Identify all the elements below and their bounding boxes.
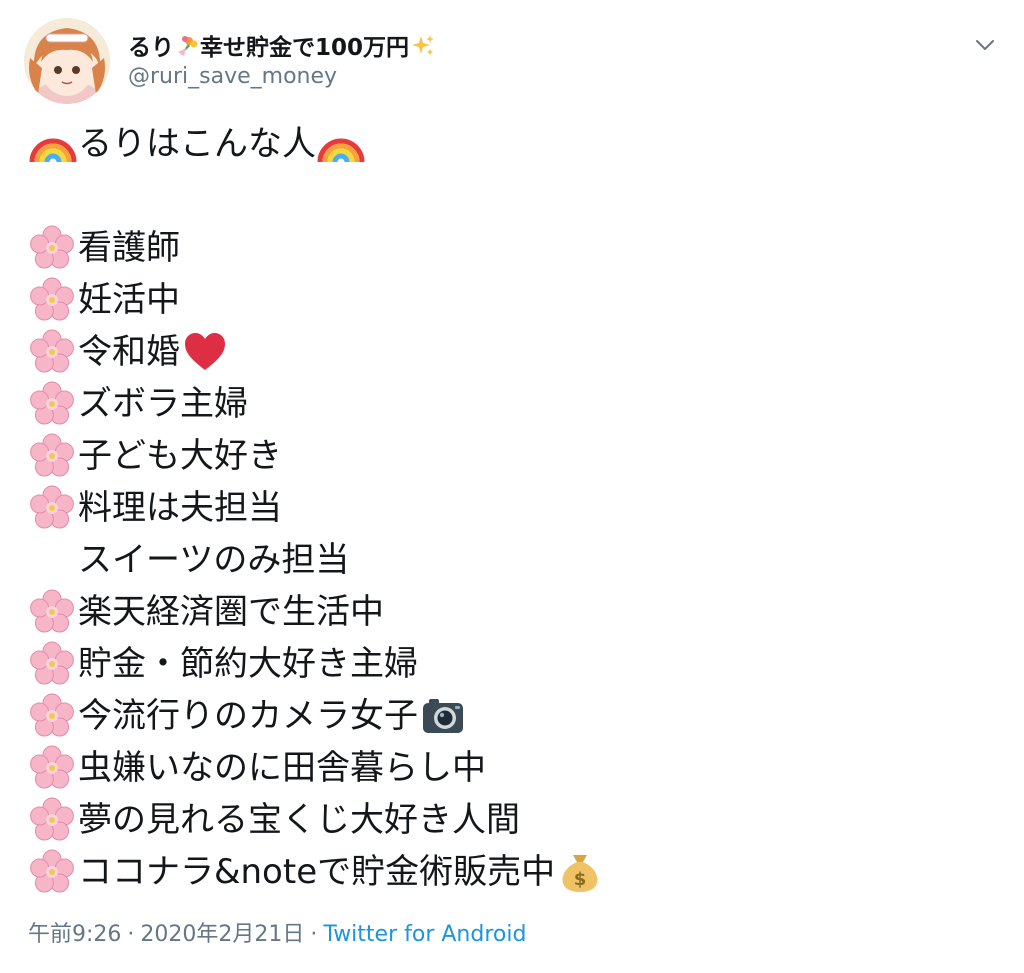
display-name-prefix: るり — [128, 35, 174, 61]
rainbow-icon — [317, 138, 365, 163]
list-item: 妊活中 — [28, 274, 988, 326]
tweet-text: るりはこんな人 看護師 妊活中 令和婚 ズボラ主婦 子ども大好き 料理は夫担当 … — [28, 118, 988, 898]
cherry-blossom-icon — [30, 329, 74, 373]
cherry-blossom-icon — [30, 797, 74, 841]
avatar[interactable] — [24, 18, 110, 104]
tweet-meta: 午前9:26 · 2020年2月21日 · Twitter for Android — [28, 916, 526, 948]
user-handle[interactable]: @ruri_save_money — [128, 64, 337, 89]
bouquet-icon — [178, 36, 198, 56]
cherry-blossom-icon — [30, 485, 74, 529]
red-heart-icon — [185, 333, 225, 370]
list-item: 今流行りのカメラ女子 — [28, 690, 988, 742]
list-item: 貯金・節約大好き主婦 — [28, 638, 988, 690]
tweet-card: るり 幸せ貯金で100万円 @ruri_save_money るりはこんな人 看… — [0, 0, 1024, 973]
cherry-blossom-icon — [30, 589, 74, 633]
avatar-illustration-icon — [24, 18, 110, 104]
tweet-title-line: るりはこんな人 — [28, 118, 988, 170]
list-item: 看護師 — [28, 222, 988, 274]
tweet-source-link[interactable]: Twitter for Android — [323, 922, 526, 947]
list-item-continuation: スイーツのみ担当 — [78, 540, 350, 580]
meta-separator: · — [310, 922, 318, 947]
tweet-time[interactable]: 午前9:26 — [28, 922, 121, 947]
display-name[interactable]: るり 幸せ貯金で100万円 — [128, 28, 435, 62]
cherry-blossom-icon — [30, 381, 74, 425]
list-item: 子ども大好き — [28, 430, 988, 482]
list-item: ズボラ主婦 — [28, 378, 988, 430]
list-item: 令和婚 — [28, 326, 988, 378]
tweet-title: るりはこんな人 — [78, 124, 316, 164]
tweet-header: るり 幸せ貯金で100万円 @ruri_save_money — [24, 18, 1004, 108]
rainbow-icon — [29, 138, 77, 163]
list-item: 夢の見れる宝くじ大好き人間 — [28, 794, 988, 846]
cherry-blossom-icon — [30, 693, 74, 737]
tweet-date[interactable]: 2020年2月21日 — [140, 922, 304, 947]
list-item: 料理は夫担当 — [28, 482, 988, 534]
cherry-blossom-icon — [30, 641, 74, 685]
cherry-blossom-icon — [30, 433, 74, 477]
money-bag-icon: $ — [562, 855, 598, 892]
sparkles-icon — [412, 35, 435, 55]
cherry-blossom-icon — [30, 225, 74, 269]
cherry-blossom-icon — [30, 849, 74, 893]
svg-text:$: $ — [574, 869, 587, 890]
display-name-suffix: 幸せ貯金で100万円 — [200, 35, 410, 61]
list-item: 楽天経済圏で生活中 — [28, 586, 988, 638]
camera-icon — [423, 699, 463, 733]
more-options-button[interactable] — [970, 30, 1000, 60]
cherry-blossom-icon — [30, 745, 74, 789]
chevron-down-icon — [976, 40, 994, 50]
list-item: ココナラ&noteで貯金術販売中 $ — [28, 846, 988, 898]
list-item: 虫嫌いなのに田舎暮らし中 — [28, 742, 988, 794]
cherry-blossom-icon — [30, 277, 74, 321]
meta-separator: · — [127, 922, 135, 947]
